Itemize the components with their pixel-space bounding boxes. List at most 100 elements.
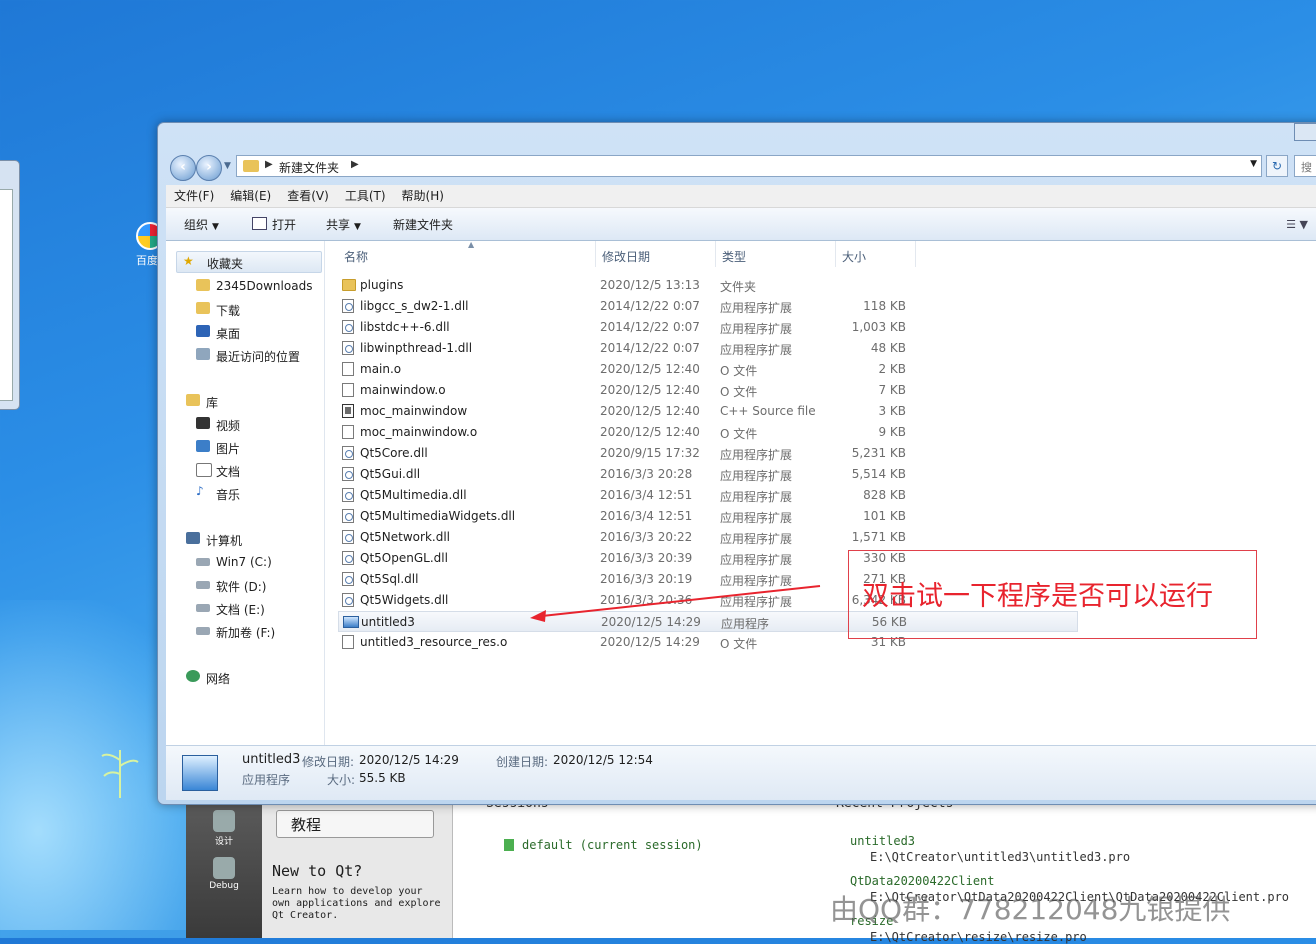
dll-icon (342, 551, 354, 565)
new-folder-button[interactable]: 新建文件夹 (393, 216, 453, 233)
view-options-icon[interactable]: ☰ ▼ (1286, 218, 1308, 231)
file-row[interactable]: libgcc_s_dw2-1.dll 2014/12/22 0:07 应用程序扩展 1… (338, 296, 1078, 317)
file-type: 应用程序扩展 (720, 322, 793, 336)
navigation-pane: ★ 收藏夹 2345Downloads 下载 桌面 最近访问的位置 库 视频 图… (166, 241, 325, 745)
breadcrumb-chevron-icon[interactable]: ▶ (265, 159, 273, 170)
background-window-left[interactable] (0, 160, 20, 410)
recent-project-name[interactable]: untitled3 (850, 834, 915, 848)
file-name: moc_mainwindow (360, 404, 468, 418)
menu-view[interactable]: 查看(V) (279, 185, 337, 207)
dll-icon (342, 572, 354, 586)
nav-favorites[interactable]: ★ 收藏夹 (176, 251, 322, 273)
file-row[interactable]: moc_mainwindow.o 2020/12/5 12:40 O 文件 9 KB (338, 422, 1078, 443)
details-size-value: 55.5 KB (359, 771, 406, 785)
library-icon (186, 394, 200, 406)
column-header-size[interactable]: 大小 (836, 241, 916, 267)
nav-item-recent[interactable]: 最近访问的位置 (166, 345, 324, 365)
nav-item-desktop[interactable]: 桌面 (166, 322, 324, 342)
share-button[interactable]: 共享 ▼ (326, 216, 361, 233)
file-row[interactable]: Qt5Core.dll 2020/9/15 17:32 应用程序扩展 5,231 KB (338, 443, 1078, 464)
file-row[interactable]: Qt5Multimedia.dll 2016/3/4 12:51 应用程序扩展 828… (338, 485, 1078, 506)
file-row[interactable]: libwinpthread-1.dll 2014/12/22 0:07 应用程序扩展… (338, 338, 1078, 359)
file-row[interactable]: libstdc++-6.dll 2014/12/22 0:07 应用程序扩展 1,00… (338, 317, 1078, 338)
recent-project-name[interactable]: QtData20200422Client (850, 874, 995, 888)
file-row[interactable]: main.o 2020/12/5 12:40 O 文件 2 KB (338, 359, 1078, 380)
column-name-label: 名称 (344, 250, 369, 264)
nav-item-documents[interactable]: 文档 (166, 460, 324, 480)
breadcrumb-current[interactable]: 新建文件夹 (279, 159, 339, 176)
file-row[interactable]: plugins 2020/12/5 13:13 文件夹 (338, 275, 1078, 296)
nav-network-label: 网络 (206, 672, 231, 686)
back-button[interactable]: ‹ (170, 155, 196, 181)
star-icon: ★ (183, 254, 194, 268)
address-dropdown-icon[interactable]: ▼ (1250, 159, 1257, 169)
drive-icon (196, 558, 210, 566)
command-bar: 组织 ▼ 打开 共享 ▼ 新建文件夹 ☰ ▼ (166, 208, 1316, 241)
nav-item-label: Win7 (C:) (216, 555, 272, 569)
file-name: libgcc_s_dw2-1.dll (360, 299, 469, 313)
watermark-text: 由QQ群：778212048九银提供 (830, 893, 1231, 926)
nav-computer[interactable]: 计算机 (166, 529, 324, 549)
file-size: 7 KB (878, 383, 906, 397)
nav-item-2345downloads[interactable]: 2345Downloads (166, 276, 324, 296)
column-header-name[interactable]: ▲ 名称 (338, 240, 596, 267)
qt-mode-design[interactable]: 设计 (186, 800, 262, 847)
document-icon (196, 463, 212, 477)
address-bar[interactable]: ▶ 新建文件夹 ▶ ▼ (236, 155, 1262, 177)
nav-item-music[interactable]: ♪ 音乐 (166, 483, 324, 503)
menu-edit[interactable]: 编辑(E) (222, 185, 279, 207)
file-row[interactable]: mainwindow.o 2020/12/5 12:40 O 文件 7 KB (338, 380, 1078, 401)
qt-mode-debug[interactable]: Debug (186, 847, 262, 891)
desktop-icon (196, 325, 210, 337)
file-row[interactable]: Qt5Network.dll 2016/3/3 20:22 应用程序扩展 1,571 … (338, 527, 1078, 548)
file-date: 2020/9/15 17:32 (600, 446, 700, 460)
file-date: 2020/12/5 12:40 (600, 404, 700, 418)
nav-drive-f[interactable]: 新加卷 (F:) (166, 621, 324, 641)
nav-item-label: 最近访问的位置 (216, 350, 301, 364)
dll-icon (342, 488, 354, 502)
menu-help[interactable]: 帮助(H) (394, 185, 452, 207)
history-dropdown-icon[interactable]: ▼ (224, 161, 231, 171)
window-controls[interactable] (1294, 123, 1316, 141)
folder-icon (243, 160, 259, 172)
file-date: 2020/12/5 13:13 (600, 278, 700, 292)
file-row[interactable]: Qt5Gui.dll 2016/3/3 20:28 应用程序扩展 5,514 KB (338, 464, 1078, 485)
file-date: 2020/12/5 14:29 (600, 635, 700, 649)
file-type: 应用程序扩展 (720, 301, 793, 315)
nav-libraries[interactable]: 库 (166, 391, 324, 411)
nav-item-downloads[interactable]: 下载 (166, 299, 324, 319)
nav-network[interactable]: 网络 (166, 667, 324, 687)
nav-drive-e[interactable]: 文档 (E:) (166, 598, 324, 618)
refresh-icon[interactable]: ↻ (1266, 155, 1288, 177)
open-button[interactable]: 打开 (252, 216, 296, 233)
debug-icon (213, 857, 235, 879)
file-type: 应用程序扩展 (720, 511, 793, 525)
forward-button[interactable]: › (196, 155, 222, 181)
drive-icon (196, 604, 210, 612)
session-item[interactable]: default (current session) (504, 838, 703, 852)
file-icon (342, 635, 354, 649)
column-header-type[interactable]: 类型 (716, 241, 836, 267)
nav-item-videos[interactable]: 视频 (166, 414, 324, 434)
file-type: 应用程序扩展 (720, 490, 793, 504)
column-header-date[interactable]: 修改日期 (596, 241, 716, 267)
breadcrumb-chevron-icon[interactable]: ▶ (351, 159, 359, 170)
file-name: Qt5Core.dll (360, 446, 428, 460)
file-row[interactable]: moc_mainwindow 2020/12/5 12:40 C++ Source … (338, 401, 1078, 422)
nav-item-pictures[interactable]: 图片 (166, 437, 324, 457)
file-date: 2016/3/3 20:39 (600, 551, 693, 565)
bamboo-leaf-decoration (101, 750, 139, 798)
file-date: 2016/3/3 20:22 (600, 530, 693, 544)
file-type: 应用程序扩展 (720, 469, 793, 483)
nav-drive-d[interactable]: 软件 (D:) (166, 575, 324, 595)
search-input[interactable]: 搜 (1294, 155, 1316, 177)
menu-tools[interactable]: 工具(T) (337, 185, 394, 207)
organize-button[interactable]: 组织 ▼ (184, 216, 219, 233)
nav-item-label: 图片 (216, 442, 241, 456)
drive-icon (196, 627, 210, 635)
menu-file[interactable]: 文件(F) (166, 185, 222, 207)
network-icon (186, 670, 200, 682)
nav-drive-c[interactable]: Win7 (C:) (166, 552, 324, 572)
tutorials-button[interactable]: 教程 (276, 810, 434, 838)
file-row[interactable]: Qt5MultimediaWidgets.dll 2016/3/4 12:51 应用… (338, 506, 1078, 527)
